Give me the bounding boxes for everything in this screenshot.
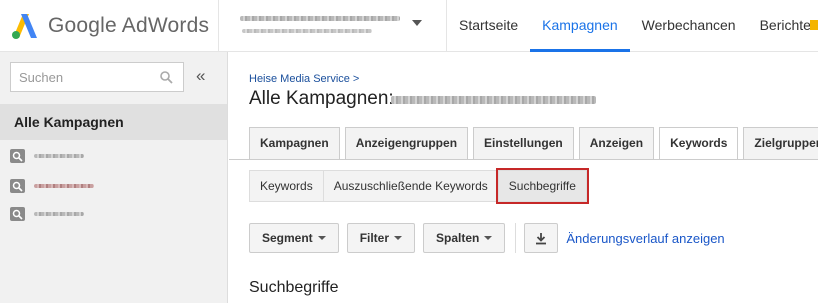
search-icon[interactable] (160, 71, 173, 84)
collapse-sidebar-button[interactable]: « (196, 66, 205, 86)
chevron-down-icon (484, 236, 493, 240)
columns-button[interactable]: Spalten (423, 223, 506, 253)
tab-kampagnen[interactable]: Kampagnen (249, 127, 340, 159)
search-campaign-icon (10, 179, 25, 193)
sidebar-search (10, 62, 184, 92)
sidebar-campaign-item[interactable] (10, 206, 210, 224)
search-input[interactable] (19, 63, 159, 91)
chevron-down-icon (317, 236, 326, 240)
account-caret-icon[interactable] (412, 20, 422, 26)
segment-button-label: Segment (262, 231, 313, 245)
tab-zielgruppen[interactable]: Zielgruppen (743, 127, 818, 159)
nav-kampagnen[interactable]: Kampagnen (530, 0, 630, 52)
search-campaign-icon (10, 149, 25, 163)
account-id-redacted (242, 29, 372, 33)
subtab-search-terms[interactable]: Suchbegriffe (495, 168, 589, 204)
campaign-name-redacted (34, 212, 84, 216)
subtab-negative-keywords[interactable]: Auszuschließende Keywords (324, 171, 499, 201)
keyword-subtabs: Keywords Auszuschließende Keywords Suchb… (249, 168, 589, 204)
tab-anzeigen[interactable]: Anzeigen (578, 127, 655, 159)
adwords-logo[interactable]: Google AdWords (10, 8, 209, 44)
sidebar: « Alle Kampagnen (0, 52, 228, 303)
tab-anzeigengruppen[interactable]: Anzeigengruppen (344, 127, 469, 159)
main-content: Heise Media Service > Alle Kampagnen: Ka… (229, 52, 818, 303)
breadcrumb[interactable]: Heise Media Service > (249, 73, 359, 85)
nav-startseite[interactable]: Startseite (447, 0, 530, 52)
toolbar-divider (515, 223, 517, 253)
page-title: Alle Kampagnen: (249, 88, 394, 110)
logo-text: Google AdWords (48, 14, 210, 37)
filter-button-label: Filter (359, 231, 390, 245)
search-campaign-icon (10, 207, 25, 221)
account-name-redacted (391, 96, 596, 104)
sidebar-campaign-item[interactable] (10, 148, 210, 166)
account-selector[interactable] (240, 10, 440, 44)
account-name-redacted (240, 16, 400, 21)
segment-button[interactable]: Segment (249, 223, 339, 253)
download-icon (536, 232, 547, 244)
tools-icon[interactable] (810, 20, 818, 30)
sidebar-campaign-item[interactable] (10, 178, 210, 196)
subtab-keywords[interactable]: Keywords (250, 171, 324, 201)
adwords-logo-icon (12, 14, 37, 39)
tab-einstellungen[interactable]: Einstellungen (473, 127, 574, 159)
campaign-name-redacted (34, 184, 94, 188)
download-button[interactable] (524, 223, 559, 253)
columns-button-label: Spalten (436, 231, 480, 245)
main-nav: Startseite Kampagnen Werbechancen Berich… (447, 0, 818, 52)
campaign-name-redacted (34, 154, 84, 158)
filter-button[interactable]: Filter (346, 223, 416, 253)
change-history-link[interactable]: Änderungsverlauf anzeigen (566, 231, 724, 246)
tab-keywords[interactable]: Keywords (659, 127, 739, 160)
section-title: Suchbegriffe (249, 279, 339, 296)
table-toolbar: Segment Filter Spalten Änderungsverlauf … (249, 223, 725, 253)
page-title-text: Alle Kampagnen: (249, 88, 394, 109)
chevron-down-icon (394, 236, 403, 240)
tabs-divider (229, 159, 818, 160)
nav-werbechancen[interactable]: Werbechancen (630, 0, 748, 52)
sidebar-heading-all-campaigns[interactable]: Alle Kampagnen (0, 104, 227, 140)
nav-berichte[interactable]: Berichte (748, 0, 818, 52)
header-divider (218, 0, 219, 52)
top-bar: Google AdWords Startseite Kampagnen Werb… (0, 0, 818, 52)
entity-tabs: Kampagnen Anzeigengruppen Einstellungen … (249, 127, 818, 160)
